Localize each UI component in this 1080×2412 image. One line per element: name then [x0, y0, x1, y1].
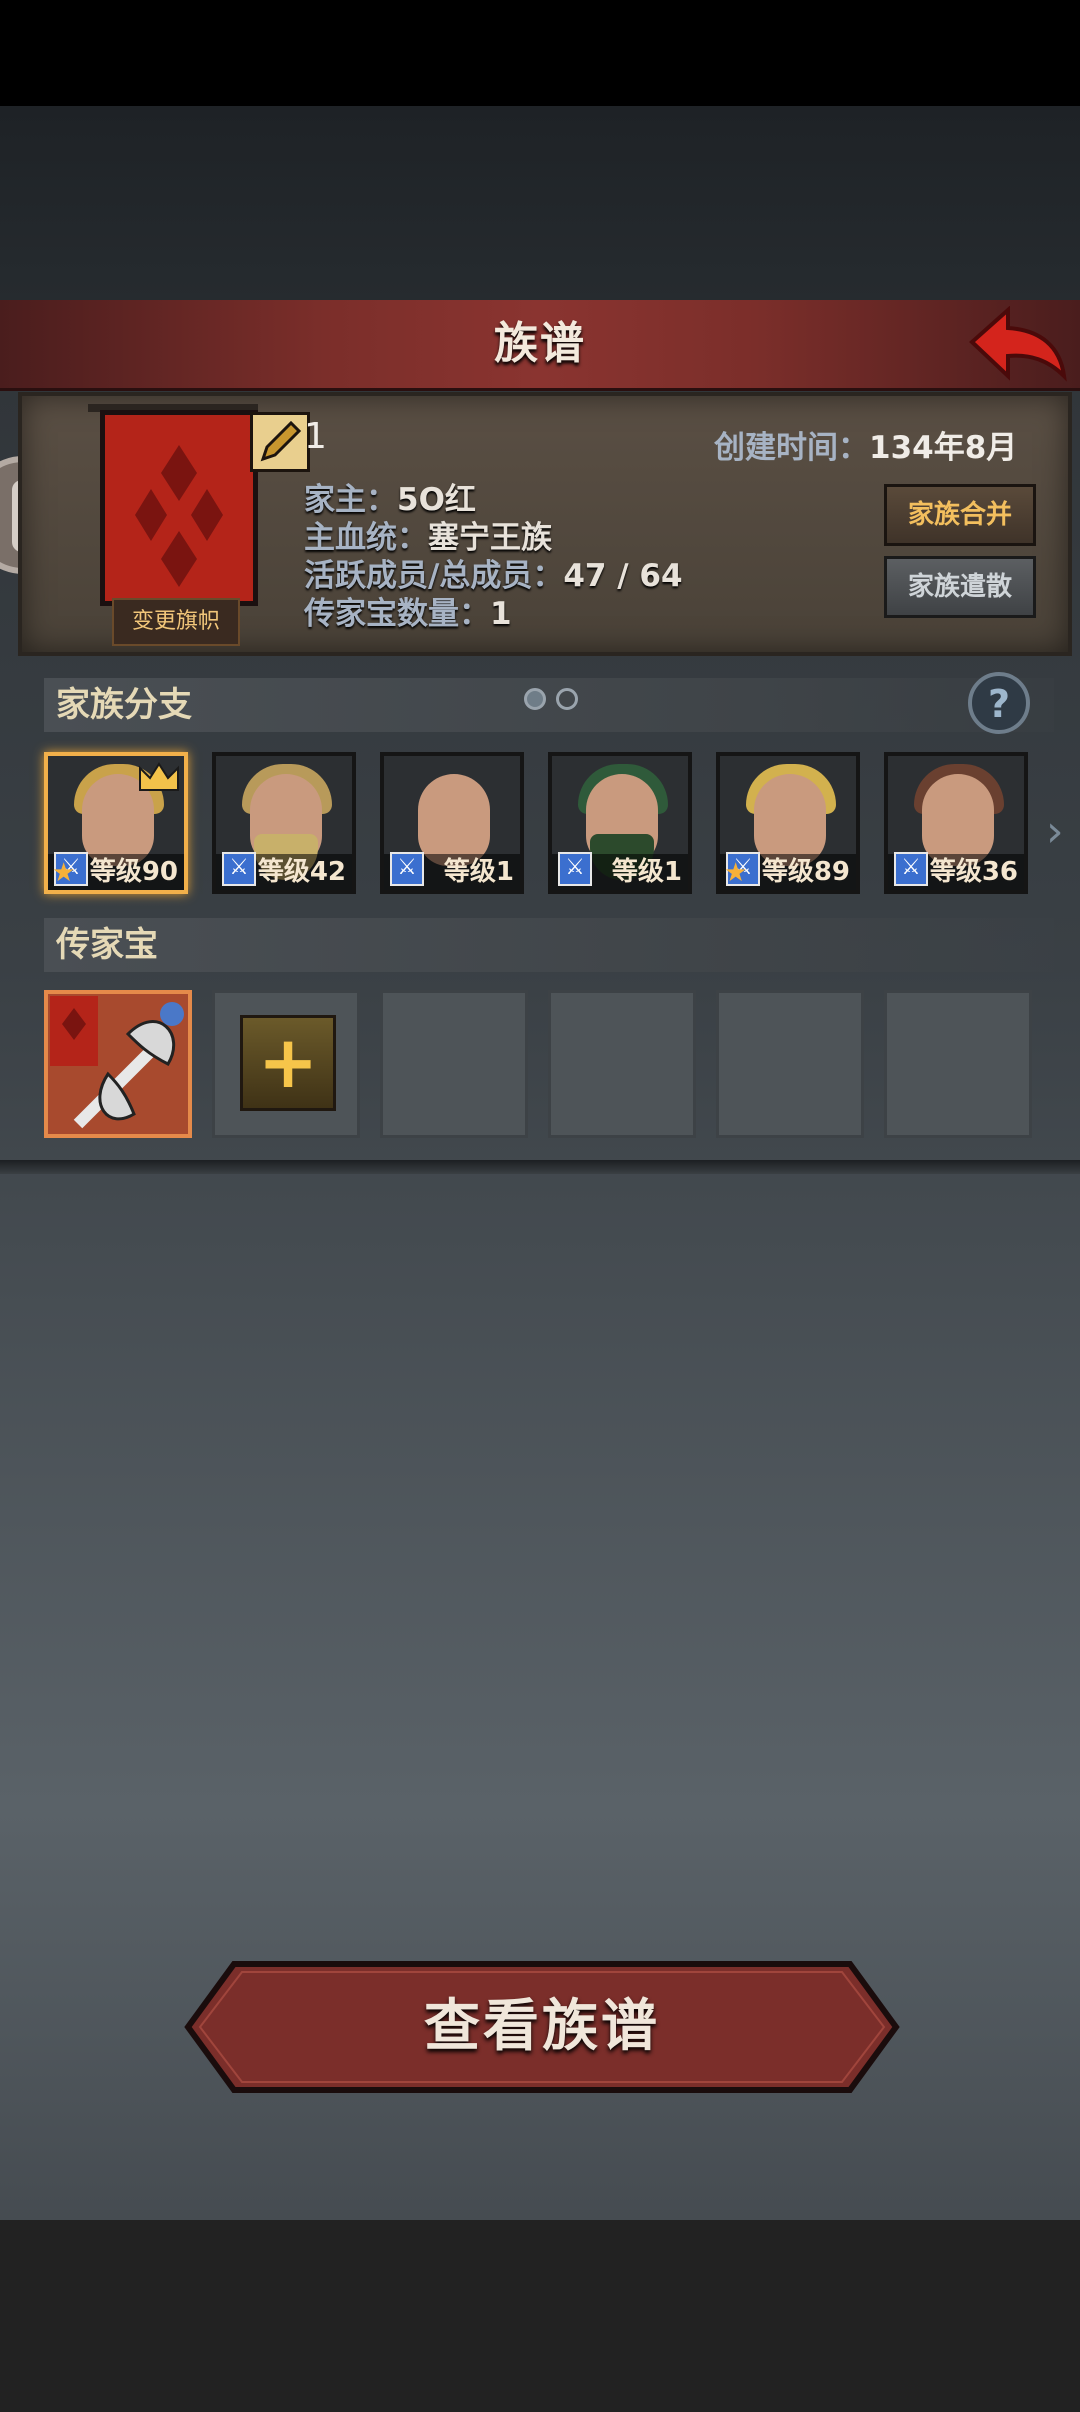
add-heirloom-button[interactable]: +: [240, 1015, 336, 1111]
heirloom-slot-empty[interactable]: [380, 990, 528, 1138]
edit-pencil-icon[interactable]: [250, 412, 310, 472]
heirloom-section-title: 传家宝: [44, 918, 1054, 972]
created-time: 创建时间：134年8月: [714, 430, 1018, 466]
member-portrait[interactable]: 等级1 ⚔: [548, 752, 692, 894]
face: [418, 774, 490, 866]
change-banner-button[interactable]: 变更旗帜: [112, 598, 240, 646]
member-portrait[interactable]: 等级42 ⚔: [212, 752, 356, 894]
divider: [0, 1160, 1080, 1174]
bottom-bar: [0, 2220, 1080, 2412]
heirloom-slot-empty[interactable]: [716, 990, 864, 1138]
member-portrait[interactable]: 等级90 ⚔ ★: [44, 752, 188, 894]
top-background: [0, 106, 1080, 300]
heirloom-slot-empty[interactable]: [884, 990, 1032, 1138]
star-icon: ★: [724, 858, 748, 888]
next-arrow-icon[interactable]: ›: [1046, 806, 1064, 857]
member-portrait[interactable]: 等级36 ⚔: [884, 752, 1028, 894]
created-value: 134年8月: [869, 430, 1018, 466]
merge-family-button[interactable]: 家族合并: [884, 484, 1036, 546]
back-arrow-icon[interactable]: [968, 306, 1068, 382]
family-banner: [100, 410, 258, 606]
face: [754, 774, 826, 866]
sword-icon: ⚔: [390, 852, 424, 886]
info-line-heirlooms: 传家宝数量：1: [304, 596, 512, 632]
heirloom-slot-filled[interactable]: [44, 990, 192, 1138]
sword-icon: ⚔: [894, 852, 928, 886]
page-title: 族谱: [494, 318, 586, 369]
branches-section-title: 家族分支: [44, 678, 1054, 732]
page-dot-2: [556, 688, 578, 710]
heirloom-slot-empty[interactable]: [548, 990, 696, 1138]
star-icon: ★: [52, 858, 76, 888]
view-family-tree-button[interactable]: 查看族谱: [184, 1960, 900, 2094]
crown-icon: [139, 762, 179, 791]
edit-count: 1: [304, 416, 327, 457]
page-dot-1: [524, 688, 546, 710]
sword-icon: ⚔: [222, 852, 256, 886]
axe-icon: [50, 996, 184, 1129]
face: [922, 774, 994, 866]
status-bar-area: [0, 0, 1080, 106]
dissolve-family-button[interactable]: 家族遣散: [884, 556, 1036, 618]
help-button[interactable]: ?: [968, 672, 1030, 734]
sword-icon: ⚔: [558, 852, 592, 886]
member-portrait[interactable]: 等级89 ⚔ ★: [716, 752, 860, 894]
member-portrait[interactable]: 等级1 ⚔: [380, 752, 524, 894]
